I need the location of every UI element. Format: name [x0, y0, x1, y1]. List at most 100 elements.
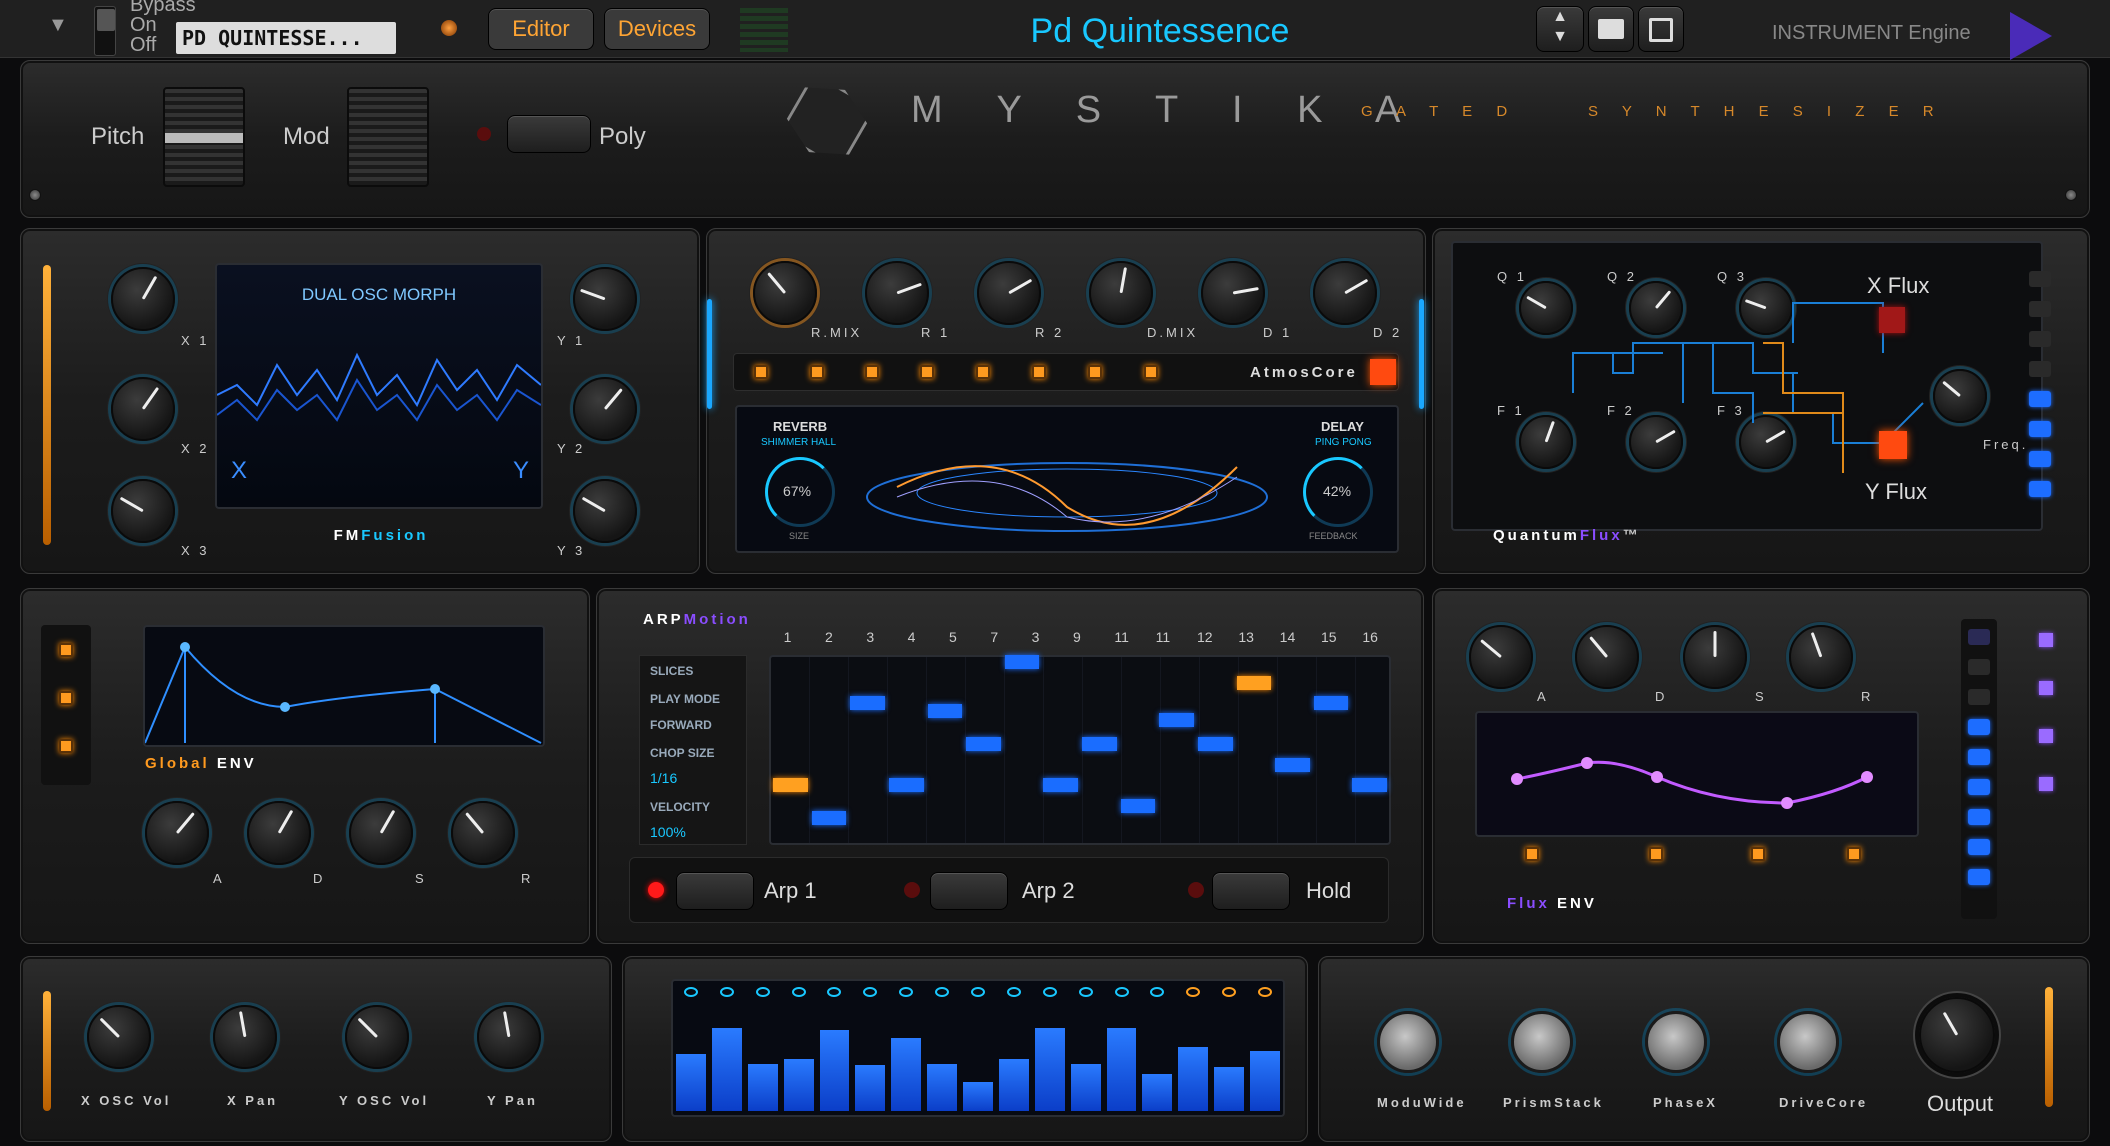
knob-y-pan[interactable]: [477, 1005, 541, 1069]
folder-button[interactable]: [1588, 6, 1634, 52]
genv-knob-release[interactable]: [451, 801, 515, 865]
knob-drivecore[interactable]: [1777, 1011, 1839, 1073]
side-button[interactable]: [2029, 391, 2051, 407]
fenv-led[interactable]: [1751, 847, 1765, 861]
arp-note[interactable]: [1159, 712, 1194, 727]
knob-x-pan[interactable]: [213, 1005, 277, 1069]
side-button[interactable]: [2029, 301, 2051, 317]
preset-updown-button[interactable]: ▲ ▼: [1536, 6, 1584, 52]
atmos-led[interactable]: [1144, 365, 1158, 379]
atmos-led[interactable]: [1032, 365, 1046, 379]
fenv-led[interactable]: [1847, 847, 1861, 861]
side-button[interactable]: [2029, 331, 2051, 347]
fenv-column-button[interactable]: [1968, 689, 1990, 705]
hold-button[interactable]: [1212, 872, 1290, 910]
atmos-led[interactable]: [976, 365, 990, 379]
fenv-knob-release[interactable]: [1789, 625, 1853, 689]
purple-led[interactable]: [2039, 729, 2053, 743]
collapse-icon[interactable]: ▼: [48, 14, 68, 37]
seq-bar[interactable]: [711, 1027, 742, 1111]
env-led[interactable]: [59, 691, 73, 705]
arp-step-grid[interactable]: [769, 655, 1391, 845]
knob-y3[interactable]: [573, 479, 637, 543]
atmos-led[interactable]: [920, 365, 934, 379]
purple-led[interactable]: [2039, 633, 2053, 647]
knob-dmix[interactable]: [1089, 261, 1153, 325]
purple-led[interactable]: [2039, 681, 2053, 695]
knob-x1[interactable]: [111, 267, 175, 331]
atmos-led[interactable]: [865, 365, 879, 379]
knob-phasex[interactable]: [1645, 1011, 1707, 1073]
fenv-column-button[interactable]: [1968, 809, 1990, 825]
seq-bar[interactable]: [1106, 1027, 1137, 1111]
arp-note[interactable]: [1313, 696, 1349, 711]
knob-y-osc-vol[interactable]: [345, 1005, 409, 1069]
fenv-column-button[interactable]: [1968, 839, 1990, 855]
preset-name[interactable]: PD QUINTESSE...: [176, 22, 396, 54]
fenv-column-button[interactable]: [1968, 629, 1990, 645]
atmos-led[interactable]: [810, 365, 824, 379]
atmos-led[interactable]: [754, 365, 768, 379]
arp-note[interactable]: [966, 737, 1001, 752]
fenv-column-button[interactable]: [1968, 659, 1990, 675]
seq-bar[interactable]: [891, 1038, 922, 1111]
seq-bar[interactable]: [1178, 1046, 1209, 1111]
editor-tab[interactable]: Editor: [488, 8, 594, 50]
devices-tab[interactable]: Devices: [604, 8, 710, 50]
arp-note[interactable]: [1120, 798, 1156, 813]
atmos-enable-button[interactable]: [1370, 359, 1396, 385]
fenv-led[interactable]: [1525, 847, 1539, 861]
arp-note[interactable]: [888, 778, 924, 793]
arp-note[interactable]: [1275, 757, 1310, 772]
arp-note[interactable]: [1004, 655, 1040, 670]
knob-y1[interactable]: [573, 267, 637, 331]
arp2-button[interactable]: [930, 872, 1008, 910]
arp-note[interactable]: [1082, 737, 1117, 752]
seq-bar[interactable]: [1250, 1050, 1280, 1111]
knob-d1[interactable]: [1201, 261, 1265, 325]
genv-knob-attack[interactable]: [145, 801, 209, 865]
atmos-led[interactable]: [1088, 365, 1102, 379]
fenv-led[interactable]: [1649, 847, 1663, 861]
arp-note[interactable]: [927, 704, 963, 719]
side-button[interactable]: [2029, 361, 2051, 377]
fenv-knob-attack[interactable]: [1469, 625, 1533, 689]
knob-x3[interactable]: [111, 479, 175, 543]
arp1-button[interactable]: [676, 872, 754, 910]
seq-bar[interactable]: [1142, 1073, 1173, 1111]
fenv-knob-sustain[interactable]: [1683, 625, 1747, 689]
arp-note[interactable]: [811, 810, 847, 825]
fenv-knob-decay[interactable]: [1575, 625, 1639, 689]
arp-note[interactable]: [850, 696, 885, 711]
arp-note[interactable]: [1197, 737, 1233, 752]
fenv-column-button[interactable]: [1968, 869, 1990, 885]
knob-moduwide[interactable]: [1377, 1011, 1439, 1073]
knob-rmix[interactable]: [753, 261, 817, 325]
side-button[interactable]: [2029, 451, 2051, 467]
knob-d2[interactable]: [1313, 261, 1377, 325]
fenv-column-button[interactable]: [1968, 719, 1990, 735]
purple-led[interactable]: [2039, 777, 2053, 791]
sequencer-bars[interactable]: [671, 979, 1285, 1117]
seq-bar[interactable]: [676, 1053, 706, 1111]
knob-prismstack[interactable]: [1511, 1011, 1573, 1073]
arp-note[interactable]: [1236, 675, 1272, 690]
seq-bar[interactable]: [927, 1064, 958, 1111]
seq-bar[interactable]: [1214, 1067, 1245, 1111]
bypass-toggle[interactable]: [94, 6, 116, 56]
y-flux-pad[interactable]: [1879, 431, 1907, 459]
knob-y2[interactable]: [573, 377, 637, 441]
arp-note[interactable]: [1352, 778, 1387, 793]
knob-r1[interactable]: [865, 261, 929, 325]
knob-freq[interactable]: [1933, 369, 1987, 423]
env-led[interactable]: [59, 643, 73, 657]
fenv-column-button[interactable]: [1968, 749, 1990, 765]
param-chopsize-value[interactable]: 1/16: [650, 770, 677, 786]
knob-x2[interactable]: [111, 377, 175, 441]
x-flux-pad[interactable]: [1879, 307, 1905, 333]
seq-bar[interactable]: [998, 1059, 1029, 1111]
save-button[interactable]: [1638, 6, 1684, 52]
param-velocity-value[interactable]: 100%: [650, 824, 686, 840]
knob-r2[interactable]: [977, 261, 1041, 325]
side-button[interactable]: [2029, 271, 2051, 287]
